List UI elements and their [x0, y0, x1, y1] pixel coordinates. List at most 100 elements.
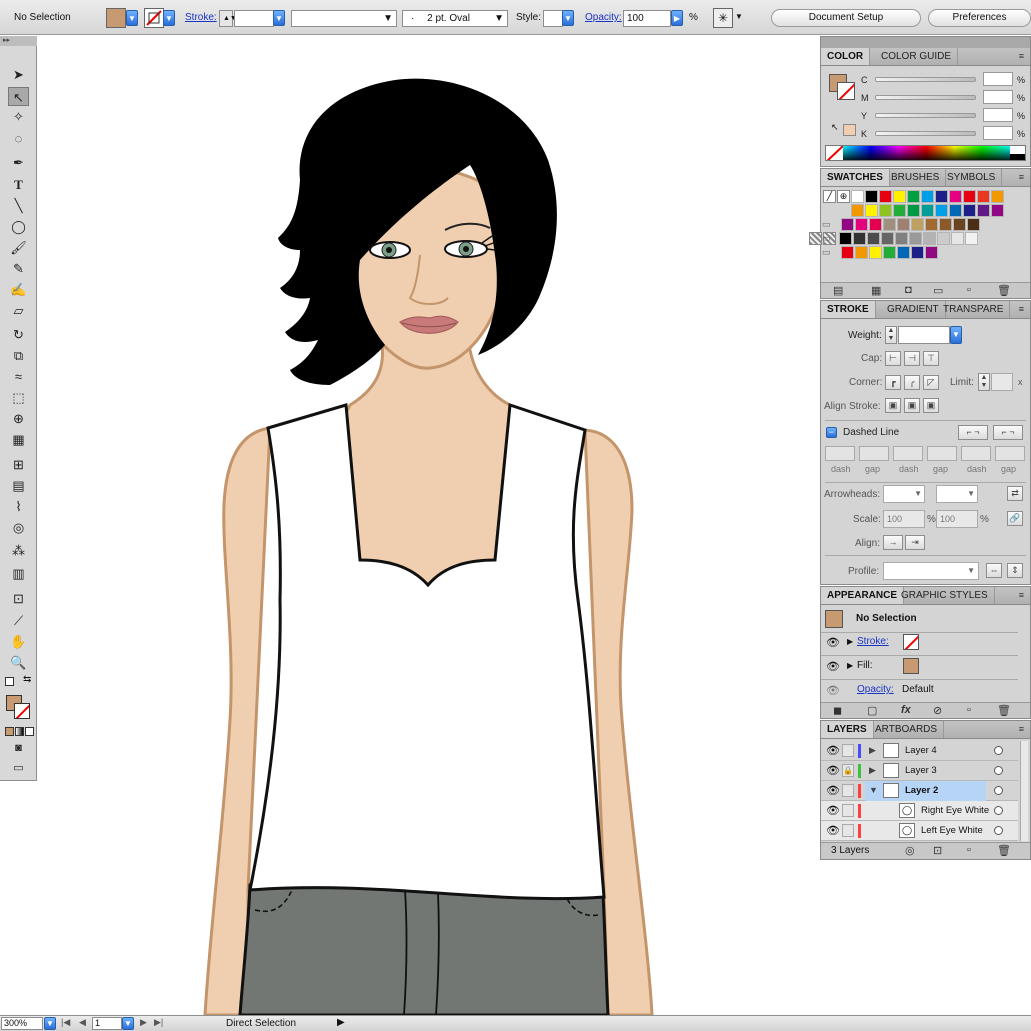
swatch[interactable]: [851, 190, 864, 203]
swatch[interactable]: [841, 246, 854, 259]
delete-item-icon[interactable]: 🗑: [997, 704, 1011, 717]
stroke-menu-icon[interactable]: ≡: [1019, 304, 1024, 314]
swatch[interactable]: [925, 246, 938, 259]
layer-name[interactable]: Right Eye White: [921, 805, 989, 816]
end-scale-field[interactable]: 100: [936, 510, 978, 528]
tab-stroke[interactable]: STROKE: [821, 301, 876, 318]
channel-field-c[interactable]: [983, 72, 1013, 86]
projecting-cap-icon[interactable]: ⊤: [923, 351, 939, 366]
layers-menu-icon[interactable]: ≡: [1019, 724, 1024, 734]
gradient-mode-icon[interactable]: [15, 727, 24, 736]
swatch[interactable]: [923, 232, 936, 245]
swatch[interactable]: [967, 218, 980, 231]
shape-builder-tool-icon[interactable]: ⊕: [8, 409, 29, 428]
swatch[interactable]: [879, 190, 892, 203]
tab-brushes[interactable]: BRUSHES: [885, 169, 947, 186]
stroke-expand-icon[interactable]: ▶: [847, 637, 853, 646]
tab-color-guide[interactable]: COLOR GUIDE: [875, 48, 959, 65]
swatch[interactable]: [935, 204, 948, 217]
opacity-visibility-eye-icon[interactable]: 👁: [826, 684, 840, 697]
tab-layers[interactable]: LAYERS: [821, 721, 874, 738]
channel-slider-m[interactable]: [875, 95, 976, 100]
new-layer-icon[interactable]: ▫: [967, 844, 971, 856]
tab-gradient[interactable]: GRADIENT: [881, 301, 946, 318]
start-arrowhead-select[interactable]: ▼: [883, 485, 925, 503]
fill-expand-icon[interactable]: ▶: [847, 661, 853, 670]
last-color-swatch[interactable]: [843, 124, 856, 136]
slice-tool-icon[interactable]: ⟋: [8, 611, 29, 630]
swatch[interactable]: [897, 246, 910, 259]
last-color-icon[interactable]: ↖: [831, 122, 839, 133]
arrow-extend-icon[interactable]: →: [883, 535, 903, 550]
channel-slider-k[interactable]: [875, 131, 976, 136]
fill-visibility-eye-icon[interactable]: 👁: [826, 660, 840, 673]
tab-symbols[interactable]: SYMBOLS: [941, 169, 1003, 186]
swatch[interactable]: [869, 218, 882, 231]
layer-name[interactable]: Layer 4: [905, 745, 937, 756]
swatch[interactable]: [853, 232, 866, 245]
swatch[interactable]: [921, 204, 934, 217]
swatch[interactable]: [977, 190, 990, 203]
layer-expand-icon[interactable]: ▶: [869, 745, 876, 756]
delete-layer-icon[interactable]: 🗑: [997, 844, 1011, 857]
fill-dropdown-arrow[interactable]: ▼: [126, 10, 138, 26]
tab-graphic-styles[interactable]: GRAPHIC STYLES: [895, 587, 995, 604]
swatch[interactable]: [937, 232, 950, 245]
delete-swatch-icon[interactable]: 🗑: [997, 284, 1011, 297]
swatch[interactable]: [883, 218, 896, 231]
swatch[interactable]: [963, 190, 976, 203]
swatch[interactable]: [909, 232, 922, 245]
swap-colors-icon[interactable]: ⇆: [23, 674, 31, 685]
add-effect-fx-icon[interactable]: fx: [901, 704, 911, 716]
hand-tool-icon[interactable]: ✋: [8, 632, 29, 651]
swatch[interactable]: [839, 232, 852, 245]
artboard-tool-icon[interactable]: ⊡: [8, 589, 29, 608]
appearance-opacity-label[interactable]: Opacity:: [857, 684, 894, 695]
dashed-line-checkbox[interactable]: −: [826, 427, 837, 438]
round-join-icon[interactable]: ╭: [904, 375, 920, 390]
locate-object-icon[interactable]: ◎: [905, 844, 915, 857]
selection-tool-icon[interactable]: ➤: [8, 65, 29, 84]
color-group-folder-icon[interactable]: ▭: [822, 219, 831, 230]
swatch[interactable]: [851, 204, 864, 217]
warp-tool-icon[interactable]: ≈: [8, 367, 29, 386]
new-color-group-icon[interactable]: ▭: [933, 284, 943, 297]
gap-field[interactable]: [995, 446, 1025, 461]
layer-visibility-eye-icon[interactable]: 👁: [826, 764, 840, 777]
channel-slider-c[interactable]: [875, 77, 976, 82]
channel-field-m[interactable]: [983, 90, 1013, 104]
tab-color[interactable]: COLOR: [821, 48, 871, 65]
swatch[interactable]: [881, 232, 894, 245]
profile-select[interactable]: ▼: [883, 562, 979, 580]
add-new-fill-icon[interactable]: ▢: [867, 704, 877, 717]
swatch[interactable]: [949, 204, 962, 217]
dash-preserve-icon[interactable]: ⌐ ¬: [993, 425, 1023, 440]
layer-target-icon[interactable]: [994, 786, 1003, 795]
perspective-grid-tool-icon[interactable]: ▦: [8, 430, 29, 449]
swatch[interactable]: [855, 218, 868, 231]
align-center-icon[interactable]: ▣: [885, 398, 901, 413]
type-tool-icon[interactable]: T: [8, 175, 29, 194]
pen-tool-icon[interactable]: ✒: [8, 153, 29, 172]
stroke-color-icon[interactable]: [14, 703, 30, 719]
none-mode-icon[interactable]: [25, 727, 34, 736]
tab-artboards[interactable]: ARTBOARDS: [869, 721, 945, 738]
dash-field[interactable]: [825, 446, 855, 461]
swatch[interactable]: [977, 204, 990, 217]
gap-field[interactable]: [927, 446, 957, 461]
registration-swatch-icon[interactable]: ⊕: [837, 190, 850, 203]
none-swatch-icon[interactable]: ╱: [823, 190, 836, 203]
new-swatch-icon[interactable]: ▫: [967, 284, 971, 296]
swatch[interactable]: [949, 190, 962, 203]
free-transform-tool-icon[interactable]: ⬚: [8, 388, 29, 407]
weight-dropdown[interactable]: ▼: [950, 326, 962, 344]
limit-field[interactable]: [991, 373, 1013, 391]
swatch[interactable]: [951, 232, 964, 245]
mesh-tool-icon[interactable]: ⊞: [8, 455, 29, 474]
blend-tool-icon[interactable]: ◎: [8, 518, 29, 537]
layer-row[interactable]: 👁 🔒 ▶ Layer 3: [821, 761, 1018, 781]
magic-wand-tool-icon[interactable]: ✧: [8, 107, 29, 126]
align-outside-icon[interactable]: ▣: [923, 398, 939, 413]
gradient-tool-icon[interactable]: ▤: [8, 476, 29, 495]
none-color-box[interactable]: [826, 146, 844, 160]
